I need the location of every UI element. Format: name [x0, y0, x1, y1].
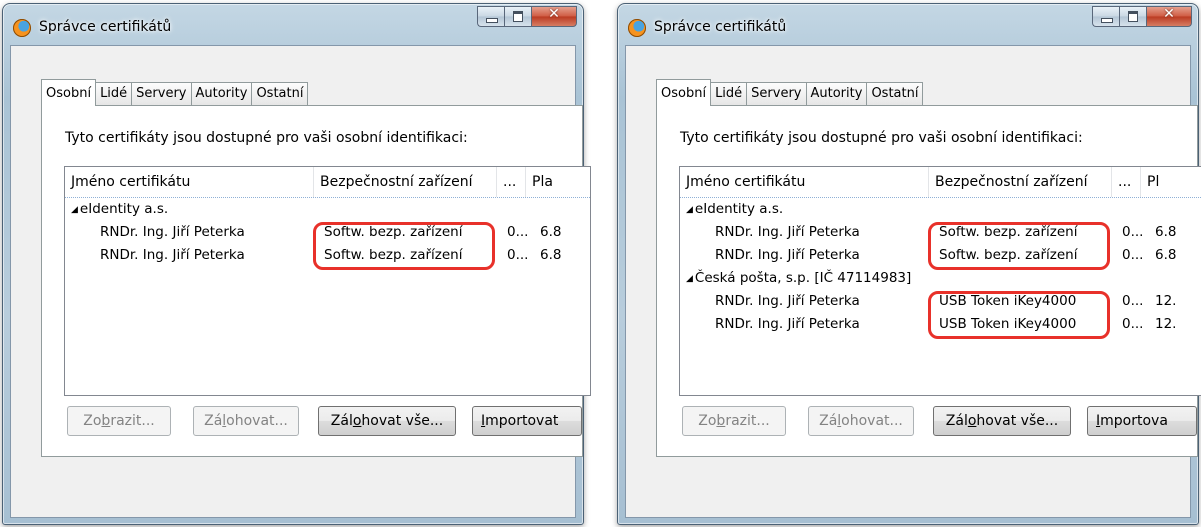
tab-autority[interactable]: Autority — [805, 82, 868, 105]
column-header-valid[interactable]: Pla — [526, 167, 590, 197]
cert-name: RNDr. Ing. Jiří Peterka — [715, 316, 860, 332]
collapse-triangle-icon[interactable]: ◢ — [686, 199, 693, 222]
certificate-manager-window-2: Správce certifikátů ✕ Osobní Lidé Server… — [617, 3, 1201, 525]
tab-lide[interactable]: Lidé — [710, 82, 748, 105]
window-client-area: Osobní Lidé Servery Autority Ostatní Tyt… — [625, 45, 1201, 518]
cert-col4: 6.8 — [1155, 224, 1177, 240]
import-button[interactable]: Importova — [1087, 406, 1197, 436]
cert-name: RNDr. Ing. Jiří Peterka — [100, 247, 245, 263]
cert-device: USB Token iKey4000 — [939, 293, 1077, 309]
close-icon: ✕ — [548, 6, 560, 22]
tab-osobni[interactable]: Osobní — [656, 79, 712, 106]
tab-strip: Osobní Lidé Servery Autority Ostatní — [656, 78, 924, 106]
column-header-extra[interactable]: ... — [1112, 167, 1141, 197]
caption-buttons: ✕ — [477, 6, 577, 27]
cert-col4: 6.8 — [540, 224, 562, 240]
maximize-icon — [1128, 11, 1138, 22]
tree-row[interactable]: RNDr. Ing. Jiří Peterka Softw. bezp. zař… — [680, 244, 1201, 267]
column-header-name[interactable]: Jméno certifikátu — [65, 167, 314, 197]
tab-panel-osobni: Tyto certifikáty jsou dostupné pro vaši … — [656, 105, 1201, 457]
cert-col3: 0... — [1122, 316, 1144, 332]
maximize-button[interactable] — [1119, 6, 1146, 27]
cert-device: USB Token iKey4000 — [939, 316, 1077, 332]
group-name: eIdentity a.s. — [79, 201, 169, 217]
close-button[interactable]: ✕ — [1146, 6, 1192, 27]
tree-group-row[interactable]: ◢ eIdentity a.s. — [680, 198, 1201, 221]
column-header-extra[interactable]: ... — [497, 167, 526, 197]
column-header-valid[interactable]: Pl — [1141, 167, 1201, 197]
cert-col4: 6.8 — [540, 247, 562, 263]
tab-osobni[interactable]: Osobní — [41, 79, 97, 106]
tab-lide[interactable]: Lidé — [95, 82, 133, 105]
certificate-tree[interactable]: Jméno certifikátu Bezpečnostní zařízení … — [64, 166, 591, 396]
tab-autority[interactable]: Autority — [190, 82, 253, 105]
minimize-icon — [486, 18, 498, 23]
cert-col3: 0... — [507, 224, 529, 240]
import-button[interactable]: Importovat — [472, 406, 582, 436]
column-header-device[interactable]: Bezpečnostní zařízení — [314, 167, 497, 197]
minimize-button[interactable] — [477, 6, 504, 27]
group-name: Česká pošta, s.p. [IČ 47114983] — [694, 270, 912, 286]
tree-group-row[interactable]: ◢ Česká pošta, s.p. [IČ 47114983] — [680, 267, 1201, 290]
window-title: Správce certifikátů — [39, 19, 172, 35]
maximize-button[interactable] — [504, 6, 531, 27]
cert-device: Softw. bezp. zařízení — [324, 224, 463, 240]
tree-header: Jméno certifikátu Bezpečnostní zařízení … — [680, 167, 1201, 198]
minimize-button[interactable] — [1092, 6, 1119, 27]
cert-name: RNDr. Ing. Jiří Peterka — [715, 293, 860, 309]
backup-all-button[interactable]: Zálohovat vše... — [933, 406, 1071, 436]
tree-row[interactable]: RNDr. Ing. Jiří Peterka USB Token iKey40… — [680, 290, 1201, 313]
view-button[interactable]: Zobrazit... — [67, 406, 171, 436]
collapse-triangle-icon[interactable]: ◢ — [686, 268, 693, 291]
backup-button[interactable]: Zálohovat... — [193, 406, 299, 436]
cert-name: RNDr. Ing. Jiří Peterka — [715, 224, 860, 240]
title-bar[interactable]: Správce certifikátů ✕ — [3, 4, 583, 44]
backup-all-button[interactable]: Zálohovat vše... — [318, 406, 456, 436]
column-header-name[interactable]: Jméno certifikátu — [680, 167, 929, 197]
tree-row[interactable]: RNDr. Ing. Jiří Peterka Softw. bezp. zař… — [65, 221, 590, 244]
maximize-icon — [513, 11, 523, 22]
title-bar[interactable]: Správce certifikátů ✕ — [618, 4, 1198, 44]
tab-strip: Osobní Lidé Servery Autority Ostatní — [41, 78, 309, 106]
tab-ostatni[interactable]: Ostatní — [251, 82, 309, 105]
minimize-icon — [1101, 18, 1113, 23]
tab-servery[interactable]: Servery — [131, 82, 192, 105]
window-client-area: Osobní Lidé Servery Autority Ostatní Tyt… — [10, 45, 591, 518]
collapse-triangle-icon[interactable]: ◢ — [71, 199, 78, 222]
caption-buttons: ✕ — [1092, 6, 1192, 27]
firefox-icon — [13, 19, 31, 37]
tree-row[interactable]: RNDr. Ing. Jiří Peterka Softw. bezp. zař… — [680, 221, 1201, 244]
group-name: eIdentity a.s. — [694, 201, 784, 217]
cert-device: Softw. bezp. zařízení — [939, 247, 1078, 263]
cert-col4: 12. — [1155, 316, 1177, 332]
close-icon: ✕ — [1163, 6, 1175, 22]
cert-col3: 0... — [507, 247, 529, 263]
tab-servery[interactable]: Servery — [746, 82, 807, 105]
window-title: Správce certifikátů — [654, 19, 787, 35]
tree-row[interactable]: RNDr. Ing. Jiří Peterka USB Token iKey40… — [680, 313, 1201, 336]
cert-name: RNDr. Ing. Jiří Peterka — [100, 224, 245, 240]
cert-device: Softw. bezp. zařízení — [324, 247, 463, 263]
cert-device: Softw. bezp. zařízení — [939, 224, 1078, 240]
firefox-icon — [628, 19, 646, 37]
cert-col3: 0... — [1122, 247, 1144, 263]
intro-text: Tyto certifikáty jsou dostupné pro vaši … — [65, 130, 468, 146]
view-button[interactable]: Zobrazit... — [682, 406, 786, 436]
tree-header: Jméno certifikátu Bezpečnostní zařízení … — [65, 167, 590, 198]
cert-col4: 12. — [1155, 293, 1177, 309]
certificate-tree[interactable]: Jméno certifikátu Bezpečnostní zařízení … — [679, 166, 1201, 396]
tab-panel-osobni: Tyto certifikáty jsou dostupné pro vaši … — [41, 105, 591, 457]
column-header-device[interactable]: Bezpečnostní zařízení — [929, 167, 1112, 197]
certificate-manager-window-1: Správce certifikátů ✕ Osobní Lidé Server… — [2, 3, 591, 525]
close-button[interactable]: ✕ — [531, 6, 577, 27]
cert-name: RNDr. Ing. Jiří Peterka — [715, 247, 860, 263]
intro-text: Tyto certifikáty jsou dostupné pro vaši … — [680, 130, 1083, 146]
tree-row[interactable]: RNDr. Ing. Jiří Peterka Softw. bezp. zař… — [65, 244, 590, 267]
tree-group-row[interactable]: ◢ eIdentity a.s. — [65, 198, 590, 221]
backup-button[interactable]: Zálohovat... — [808, 406, 914, 436]
cert-col3: 0... — [1122, 224, 1144, 240]
cert-col3: 0... — [1122, 293, 1144, 309]
cert-col4: 6.8 — [1155, 247, 1177, 263]
tab-ostatni[interactable]: Ostatní — [866, 82, 924, 105]
